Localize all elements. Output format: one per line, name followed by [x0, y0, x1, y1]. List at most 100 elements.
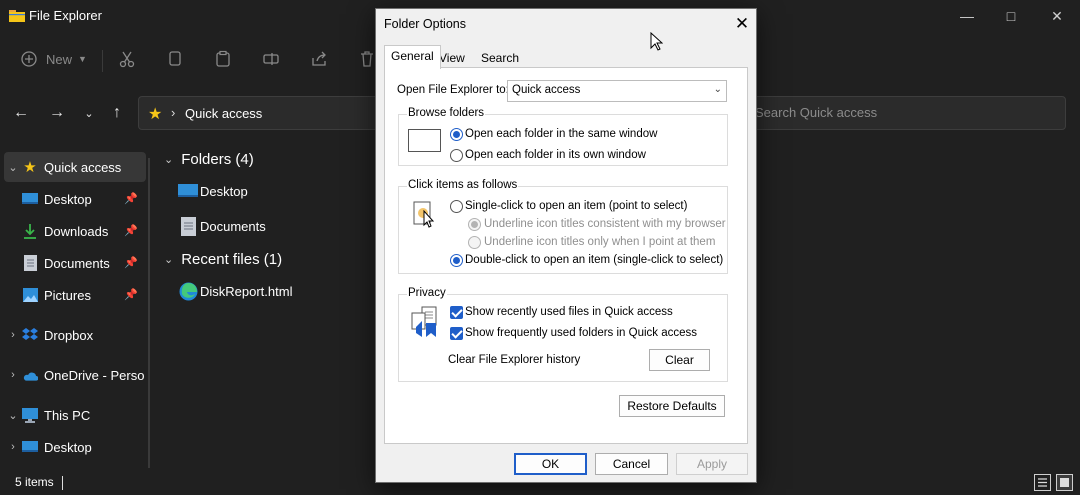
navigation-pane: ⌄ ★ Quick access Desktop 📌 Downloads 📌 D… — [0, 150, 150, 470]
frequent-folders-checkbox[interactable] — [450, 327, 463, 340]
folders-group-header[interactable]: ⌄ Folders (4) — [164, 151, 254, 168]
star-icon: ★ — [148, 106, 163, 123]
pictures-icon — [22, 287, 38, 303]
recent-files-group-header[interactable]: ⌄ Recent files (1) — [164, 251, 282, 268]
copy-button[interactable] — [166, 45, 184, 73]
tab-general[interactable]: General — [384, 45, 441, 69]
nav-item-onedrive[interactable]: › OneDrive - Perso — [4, 360, 146, 390]
paste-button[interactable] — [214, 45, 232, 73]
underline-point-radio[interactable] — [468, 236, 481, 249]
recent-files-checkbox[interactable] — [450, 306, 463, 319]
rename-button[interactable] — [262, 45, 280, 73]
star-icon: ★ — [23, 159, 37, 176]
tab-search[interactable]: Search — [474, 47, 526, 68]
expand-chevron-icon[interactable]: › — [4, 369, 22, 381]
nav-item-desktop[interactable]: Desktop 📌 — [22, 184, 146, 214]
expand-chevron-icon[interactable]: ⌄ — [4, 161, 22, 174]
group-title: Recent files (1) — [181, 251, 283, 268]
details-view-button[interactable] — [1034, 474, 1051, 491]
restore-defaults-button[interactable]: Restore Defaults — [619, 395, 725, 417]
new-label: New — [46, 51, 73, 67]
recent-files-label[interactable]: Show recently used files in Quick access — [465, 306, 673, 318]
nav-item-label: This PC — [44, 407, 91, 423]
frequent-folders-label[interactable]: Show frequently used folders in Quick ac… — [465, 327, 697, 339]
nav-item-label: Quick access — [44, 159, 122, 175]
content-pane: ⌄ Folders (4) Desktop Documents ⌄ Recent… — [164, 145, 384, 475]
underline-point-label: Underline icon titles only when I point … — [484, 236, 716, 248]
clear-history-label: Clear File Explorer history — [448, 354, 581, 366]
list-item[interactable]: DiskReport.html — [178, 282, 292, 300]
recent-locations-chevron-icon[interactable]: ⌄ — [76, 100, 102, 126]
navigation-pane-scrollbar[interactable] — [148, 158, 150, 468]
nav-item-quick-access[interactable]: ⌄ ★ Quick access — [4, 152, 146, 182]
onedrive-icon — [22, 367, 38, 383]
ok-button[interactable]: OK — [514, 453, 587, 475]
group-title: Privacy — [407, 287, 447, 299]
item-label: Desktop — [200, 183, 248, 199]
double-click-label[interactable]: Double-click to open an item (single-cli… — [465, 254, 723, 266]
nav-item-documents[interactable]: Documents 📌 — [22, 248, 146, 278]
breadcrumb[interactable]: Quick access — [185, 106, 262, 121]
nav-item-dropbox[interactable]: › Dropbox — [4, 320, 146, 350]
same-window-radio[interactable] — [450, 128, 463, 141]
desktop-icon — [22, 191, 38, 207]
same-window-label[interactable]: Open each folder in the same window — [465, 128, 657, 140]
pin-icon: 📌 — [124, 289, 138, 301]
forward-arrow-icon[interactable]: → — [44, 100, 70, 126]
open-to-label: Open File Explorer to: — [397, 84, 509, 96]
minimize-button[interactable]: — — [944, 0, 990, 32]
nav-item-this-pc[interactable]: ⌄ This PC — [4, 400, 146, 430]
nav-item-pc-desktop[interactable]: › Desktop — [4, 432, 146, 462]
tiles-view-button[interactable] — [1056, 474, 1073, 491]
expand-chevron-icon[interactable]: ⌄ — [4, 409, 22, 422]
dropbox-icon — [22, 327, 38, 343]
breadcrumb-chevron-icon: › — [171, 105, 176, 120]
expand-chevron-icon[interactable]: › — [4, 329, 22, 341]
close-window-button[interactable]: ✕ — [1034, 0, 1080, 32]
double-click-radio[interactable] — [450, 254, 463, 267]
new-button[interactable]: New ▼ — [20, 45, 87, 73]
close-icon[interactable]: ✕ — [728, 11, 756, 37]
scissors-icon — [119, 51, 135, 68]
nav-item-pictures[interactable]: Pictures 📌 — [22, 280, 146, 310]
share-button[interactable] — [310, 45, 328, 73]
search-input[interactable] — [755, 105, 1055, 120]
cancel-button[interactable]: Cancel — [595, 453, 668, 475]
group-title: Folders (4) — [181, 151, 254, 168]
rename-icon — [263, 53, 279, 65]
nav-item-label: Pictures — [44, 287, 91, 303]
nav-item-downloads[interactable]: Downloads 📌 — [22, 216, 146, 246]
mouse-cursor-icon — [650, 32, 663, 51]
apply-button[interactable]: Apply — [676, 453, 748, 475]
back-arrow-icon[interactable]: ← — [8, 100, 34, 126]
own-window-radio[interactable] — [450, 149, 463, 162]
pointer-document-icon — [413, 201, 435, 228]
up-arrow-icon[interactable]: ↑ — [104, 100, 130, 126]
pin-icon: 📌 — [124, 257, 138, 269]
open-to-dropdown[interactable]: Quick access ⌄ — [507, 80, 727, 102]
underline-browser-radio[interactable] — [468, 218, 481, 231]
pin-icon: 📌 — [124, 193, 138, 205]
item-label: DiskReport.html — [200, 283, 293, 299]
copy-icon — [169, 51, 181, 66]
clear-history-button[interactable]: Clear — [649, 349, 710, 371]
single-click-radio[interactable] — [450, 200, 463, 213]
single-click-label[interactable]: Single-click to open an item (point to s… — [465, 200, 687, 212]
cut-button[interactable] — [118, 45, 136, 73]
own-window-label[interactable]: Open each folder in its own window — [465, 149, 646, 161]
details-view-icon — [1038, 478, 1047, 487]
search-box[interactable] — [742, 96, 1066, 130]
browse-folders-group: Browse folders Open each folder in the s… — [398, 107, 728, 166]
expand-chevron-icon[interactable]: › — [4, 441, 22, 453]
general-tab-panel: Open File Explorer to: Quick access ⌄ Br… — [384, 67, 748, 444]
privacy-group: Privacy Show recently used files in Quic… — [398, 287, 728, 382]
pin-icon: 📌 — [124, 225, 138, 237]
group-title: Browse folders — [407, 107, 486, 119]
download-icon — [22, 223, 38, 239]
maximize-button[interactable]: □ — [988, 0, 1034, 32]
underline-browser-label: Underline icon titles consistent with my… — [484, 218, 726, 230]
list-item[interactable]: Documents — [178, 216, 266, 236]
delete-button[interactable] — [358, 45, 376, 73]
dialog-title: Folder Options — [384, 17, 466, 31]
list-item[interactable]: Desktop — [178, 182, 248, 200]
